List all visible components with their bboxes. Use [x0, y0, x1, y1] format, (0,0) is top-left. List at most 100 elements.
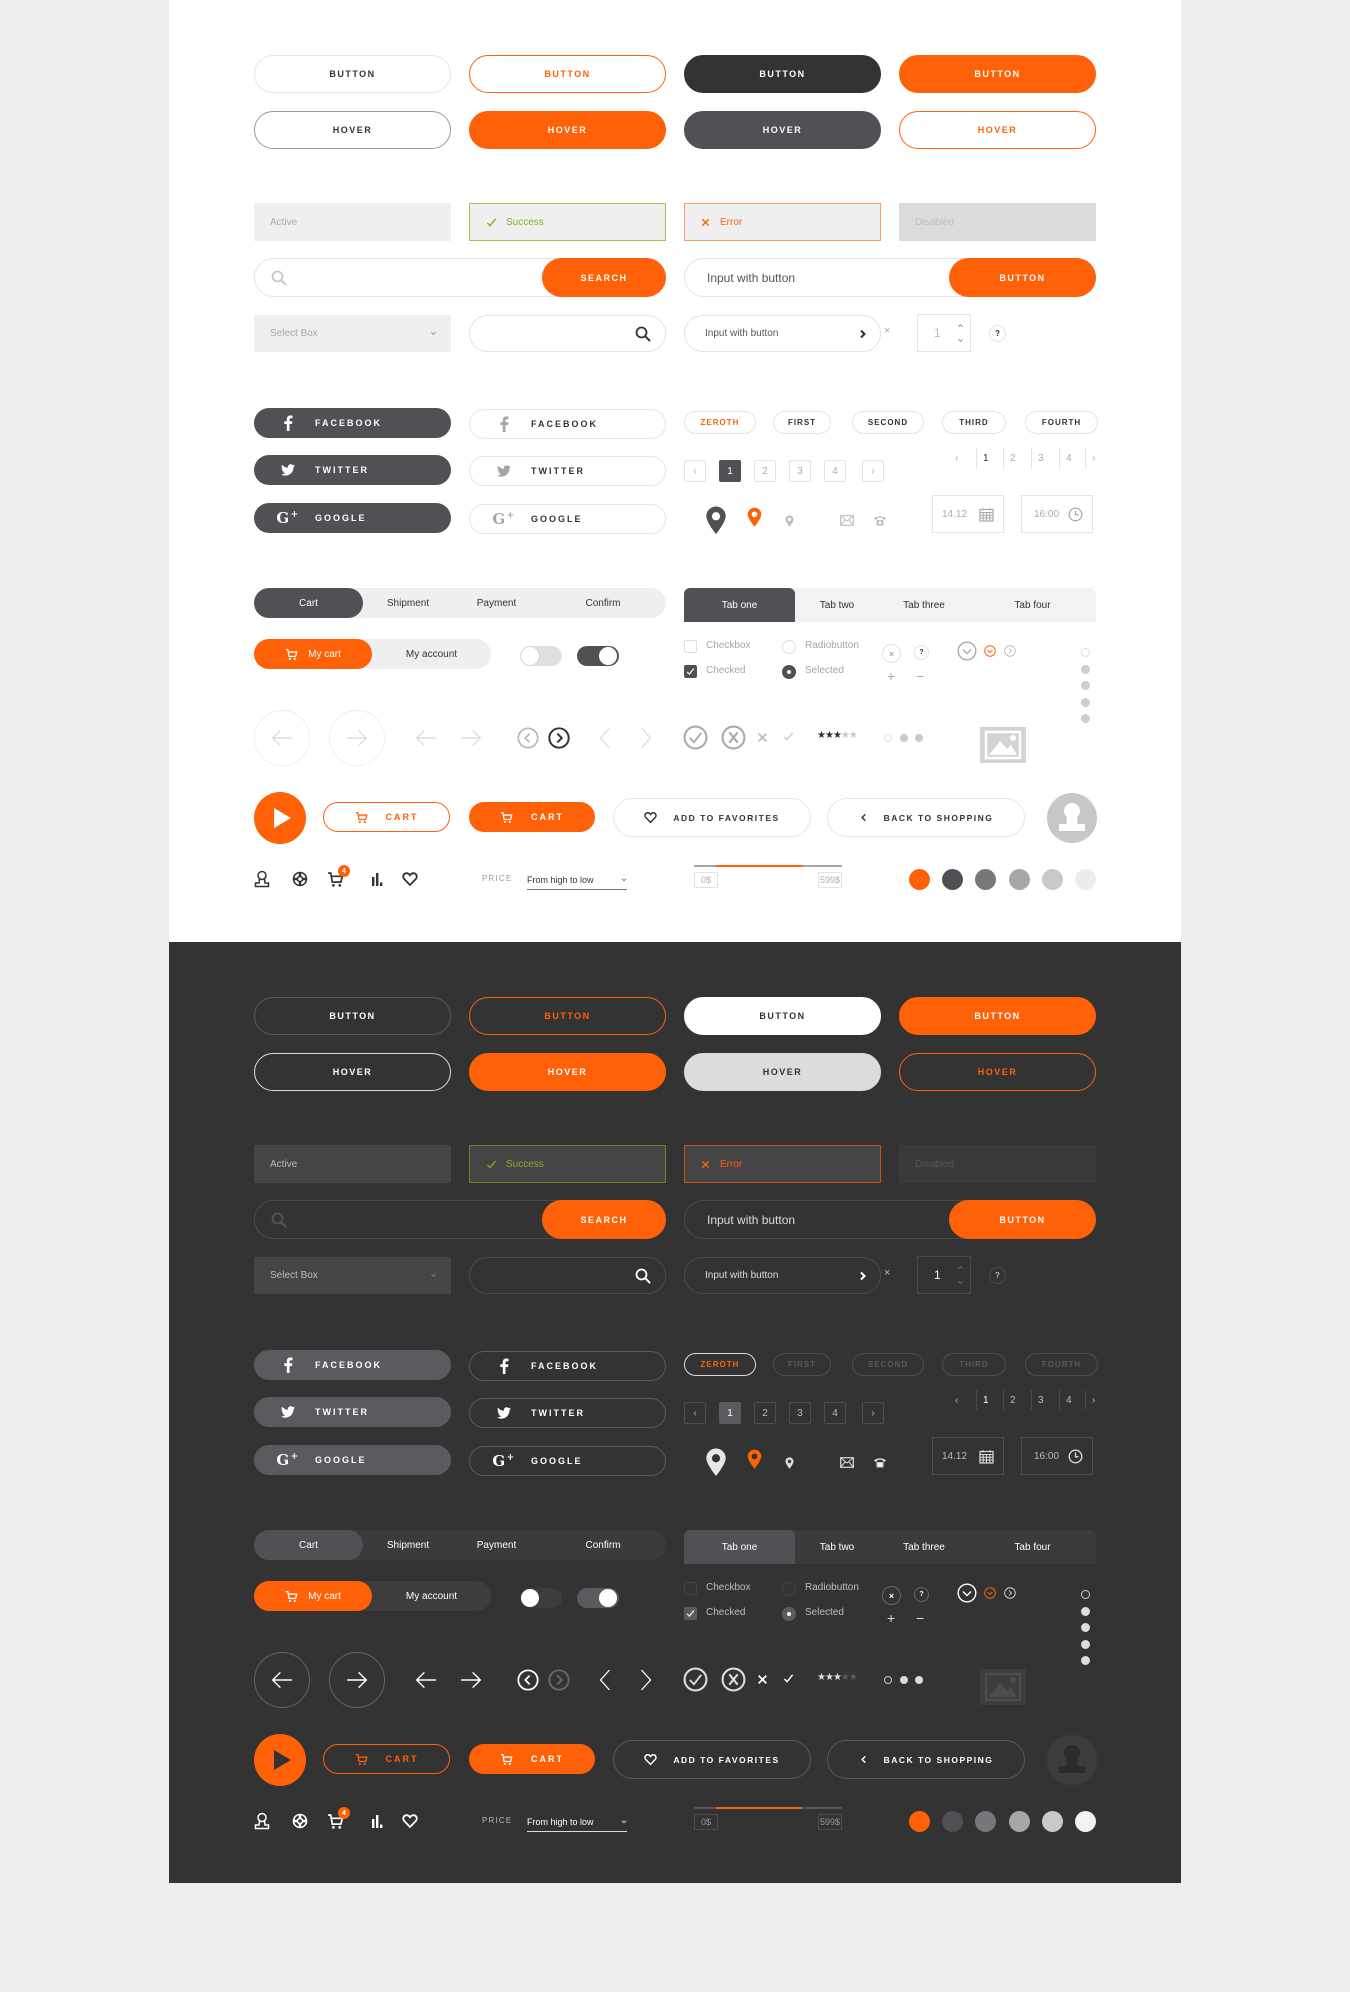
- filter-pill-zeroth[interactable]: Zeroth: [684, 1353, 756, 1376]
- google-button-outline[interactable]: g+ Google: [469, 1446, 666, 1476]
- star-rating[interactable]: ★ ★ ★ ★ ★: [817, 730, 858, 741]
- my-account-tab[interactable]: My account: [372, 1581, 491, 1611]
- pagination-next[interactable]: ›: [862, 1402, 884, 1424]
- button-hover-outline-accent[interactable]: Hover: [469, 111, 666, 149]
- next-circle-button[interactable]: [329, 1652, 385, 1708]
- button-hover-outline-accent[interactable]: Hover: [469, 1053, 666, 1091]
- filter-pill-third[interactable]: Third: [942, 411, 1006, 434]
- carousel-dot[interactable]: [915, 1676, 923, 1684]
- arrow-right-icon[interactable]: [459, 1668, 483, 1692]
- input-success[interactable]: Success: [469, 203, 666, 241]
- chevron-up-icon[interactable]: [957, 1264, 964, 1271]
- minus-button[interactable]: −: [916, 668, 924, 684]
- twitter-button-filled[interactable]: Twitter: [254, 455, 451, 485]
- help-button-small[interactable]: ?: [914, 1587, 929, 1602]
- user-icon[interactable]: [253, 1812, 271, 1830]
- step-shipment[interactable]: Shipment: [363, 1530, 453, 1560]
- pagination-next[interactable]: ›: [862, 460, 884, 482]
- checkbox-checked[interactable]: [684, 665, 697, 678]
- stats-icon[interactable]: [369, 1813, 385, 1829]
- step-shipment[interactable]: Shipment: [363, 588, 453, 618]
- tab-one[interactable]: Tab one: [684, 1530, 795, 1564]
- price-max-field[interactable]: 599$: [818, 872, 842, 888]
- chevron-down-icon[interactable]: [957, 337, 964, 344]
- next-circle-button[interactable]: [329, 710, 385, 766]
- my-cart-tab[interactable]: My cart: [254, 1581, 372, 1611]
- radio-unselected[interactable]: [782, 640, 796, 654]
- chevron-right-icon[interactable]: [858, 329, 868, 339]
- minus-button[interactable]: −: [916, 1610, 924, 1626]
- button-hover-default[interactable]: Hover: [254, 1053, 451, 1091]
- circle-chevron-down-accent-icon[interactable]: [984, 1587, 996, 1599]
- switch-off[interactable]: [520, 646, 562, 666]
- star-rating[interactable]: ★ ★ ★ ★ ★: [817, 1672, 858, 1683]
- circle-x-icon[interactable]: [721, 1667, 746, 1692]
- quantity-stepper[interactable]: 1: [917, 314, 971, 352]
- pagination-page-3[interactable]: 3: [789, 460, 811, 482]
- time-field[interactable]: 16:00: [1021, 495, 1093, 533]
- circle-chevron-down-accent-icon[interactable]: [984, 645, 996, 657]
- my-cart-tab[interactable]: My cart: [254, 639, 372, 669]
- tab-one[interactable]: Tab one: [684, 588, 795, 622]
- add-to-favorites-button[interactable]: Add to favorites: [613, 1740, 811, 1779]
- color-swatch[interactable]: [975, 1811, 997, 1832]
- pagination-page-3[interactable]: 3: [789, 1402, 811, 1424]
- google-button-filled[interactable]: g+ Google: [254, 1445, 451, 1475]
- switch-off[interactable]: [520, 1588, 562, 1608]
- carousel-dot[interactable]: [915, 734, 923, 742]
- pagination-plain-prev[interactable]: ‹: [955, 1395, 958, 1406]
- pagination-plain-page-3[interactable]: 3: [1038, 1395, 1044, 1406]
- price-range-fill[interactable]: [716, 865, 803, 867]
- input-error[interactable]: Error: [684, 203, 881, 241]
- angle-right-icon[interactable]: [640, 727, 652, 749]
- star-empty-icon[interactable]: ★: [849, 730, 858, 741]
- vertical-pager-dot[interactable]: [1081, 697, 1090, 707]
- star-empty-icon[interactable]: ★: [849, 1672, 858, 1683]
- chevron-right-icon[interactable]: [858, 1271, 868, 1281]
- chevron-up-icon[interactable]: [957, 322, 964, 329]
- input-with-arrow[interactable]: Input with button: [684, 1257, 881, 1294]
- tab-two[interactable]: Tab two: [795, 588, 879, 622]
- color-swatch[interactable]: [975, 869, 997, 890]
- back-to-shopping-button[interactable]: Back to shopping: [827, 1740, 1025, 1779]
- angle-right-icon[interactable]: [640, 1669, 652, 1691]
- sort-select[interactable]: From high to low: [527, 870, 627, 890]
- pagination-page-2[interactable]: 2: [754, 460, 776, 482]
- pagination-page-4[interactable]: 4: [824, 460, 846, 482]
- filter-pill-fourth[interactable]: Fourth: [1025, 1353, 1098, 1376]
- arrow-left-icon[interactable]: [414, 1668, 438, 1692]
- circle-chevron-right-icon[interactable]: [548, 727, 570, 749]
- carousel-dot[interactable]: [899, 1676, 908, 1684]
- checkbox-unchecked[interactable]: [684, 1582, 697, 1595]
- calendar-icon[interactable]: [979, 507, 994, 522]
- prev-circle-button[interactable]: [254, 710, 310, 766]
- circle-x-icon[interactable]: [721, 725, 746, 750]
- color-swatch[interactable]: [1041, 1811, 1063, 1832]
- pagination-prev[interactable]: ‹: [684, 460, 706, 482]
- facebook-button-filled[interactable]: Facebook: [254, 408, 451, 438]
- color-swatch[interactable]: [942, 869, 964, 890]
- pagination-plain-page-3[interactable]: 3: [1038, 453, 1044, 464]
- button-hover-default[interactable]: Hover: [254, 111, 451, 149]
- tab-three[interactable]: Tab three: [879, 1530, 969, 1564]
- vertical-pager-dot[interactable]: [1081, 1590, 1090, 1599]
- star-empty-icon[interactable]: ★: [841, 730, 850, 741]
- lifebuoy-icon[interactable]: [292, 871, 308, 887]
- facebook-button-filled[interactable]: Facebook: [254, 1350, 451, 1380]
- avatar[interactable]: [1047, 793, 1097, 843]
- circle-chevron-down-icon[interactable]: [957, 641, 977, 661]
- input-success[interactable]: Success: [469, 1145, 666, 1183]
- button-default[interactable]: Button: [254, 997, 451, 1035]
- step-confirm[interactable]: Confirm: [540, 588, 666, 618]
- vertical-pager-dot[interactable]: [1081, 1656, 1090, 1665]
- color-swatch[interactable]: [1008, 1811, 1030, 1832]
- price-range-fill[interactable]: [716, 1807, 803, 1809]
- circle-chevron-left-icon[interactable]: [517, 1669, 539, 1691]
- pagination-plain-page-1[interactable]: 1: [983, 1395, 989, 1406]
- angle-left-icon[interactable]: [599, 727, 611, 749]
- google-button-filled[interactable]: g+ Google: [254, 503, 451, 533]
- cart-outline-button[interactable]: Cart: [323, 802, 450, 832]
- pagination-page-1[interactable]: 1: [719, 460, 741, 482]
- button-outline-accent[interactable]: Button: [469, 55, 666, 93]
- add-to-favorites-button[interactable]: Add to favorites: [613, 798, 811, 837]
